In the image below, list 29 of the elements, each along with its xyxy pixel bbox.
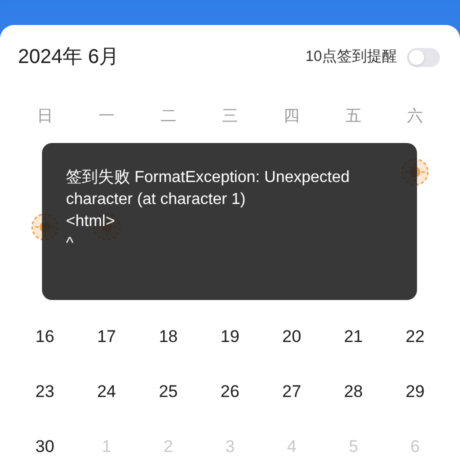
day-number[interactable]: 30 (35, 434, 54, 460)
weekday-label: 六 (407, 106, 424, 126)
day-number[interactable]: 27 (282, 378, 302, 404)
weekday-label: 五 (345, 106, 362, 126)
weekday-label: 三 (222, 106, 238, 126)
reminder-toggle[interactable] (407, 48, 440, 66)
error-message-line: 签到失败 FormatException: Unexpected (66, 168, 350, 188)
day-number[interactable]: 17 (97, 324, 116, 350)
day-number[interactable]: 28 (344, 378, 363, 404)
weekday-label: 二 (160, 106, 176, 126)
month-title: 2024年 6月 (18, 45, 120, 70)
day-number[interactable]: 18 (158, 324, 178, 350)
day-number[interactable]: 25 (158, 378, 178, 404)
reminder-label: 10点签到提醒 (305, 46, 397, 67)
error-message-line: ^ (66, 234, 74, 254)
day-number[interactable]: 24 (97, 378, 116, 404)
weekday-label: 日 (36, 106, 53, 126)
error-message-line: <html> (66, 212, 115, 232)
day-number[interactable]: 23 (35, 378, 54, 404)
day-number[interactable]: 16 (35, 324, 54, 350)
error-message-line: character (at character 1) (66, 190, 246, 210)
day-number[interactable]: 26 (220, 378, 240, 404)
day-number[interactable]: 22 (406, 324, 425, 350)
day-number[interactable]: 21 (344, 324, 363, 350)
weekday-label: 一 (98, 106, 115, 126)
day-number[interactable]: 20 (282, 324, 302, 350)
weekday-label: 四 (284, 106, 300, 126)
day-number[interactable]: 19 (220, 324, 240, 350)
day-number[interactable]: 29 (406, 378, 425, 404)
